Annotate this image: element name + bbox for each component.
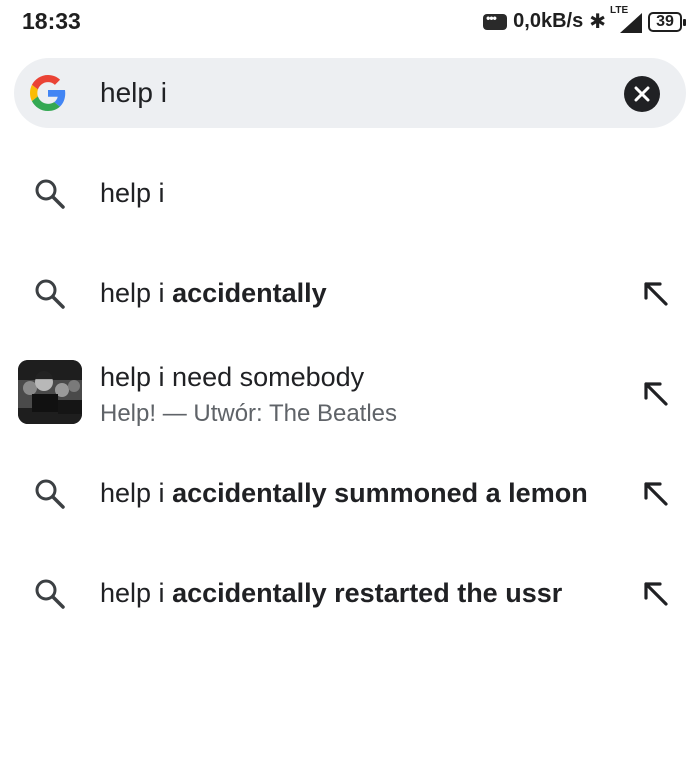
- suggestion-text: help i accidentally: [100, 278, 327, 308]
- suggestion-text: help i accidentally restarted the ussr: [100, 578, 563, 608]
- clear-button[interactable]: [624, 76, 660, 112]
- search-icon: [35, 179, 65, 209]
- search-icon: [35, 479, 65, 509]
- suggestion-text: help i: [100, 178, 165, 208]
- suggestion-text: help i accidentally summoned a lemon: [100, 478, 588, 508]
- beatles-thumbnail: [18, 360, 82, 424]
- suggestion-item[interactable]: help i need somebody Help! — Utwór: The …: [0, 350, 700, 440]
- signal-icon: LTE: [610, 5, 642, 33]
- search-icon: [35, 579, 65, 609]
- search-icon: [35, 279, 65, 309]
- search-bar[interactable]: [14, 58, 686, 128]
- status-time: 18:33: [22, 8, 81, 34]
- status-bar: 18:33 0,0kB/s ✱ LTE 39: [0, 0, 700, 44]
- close-icon: [634, 86, 650, 102]
- message-icon: [483, 11, 508, 30]
- suggestion-item[interactable]: help i accidentally: [0, 260, 700, 330]
- fill-query-arrow-icon[interactable]: [640, 478, 672, 510]
- battery-level: 39: [656, 12, 674, 30]
- fill-query-arrow-icon[interactable]: [640, 278, 672, 310]
- net-speed: 0,0kB/s: [513, 10, 584, 32]
- suggestion-item[interactable]: help i accidentally restarted the ussr: [0, 560, 700, 630]
- battery-icon: 39: [648, 11, 686, 32]
- suggestion-subtitle: Help! — Utwór: The Beatles: [100, 400, 398, 427]
- fill-query-arrow-icon[interactable]: [640, 378, 672, 410]
- search-input[interactable]: [100, 73, 600, 113]
- suggestion-item[interactable]: help i: [0, 160, 700, 230]
- fill-query-arrow-icon[interactable]: [640, 578, 672, 610]
- google-logo-icon: [30, 75, 66, 111]
- status-icons: 0,0kB/s ✱ LTE 39: [483, 5, 686, 34]
- suggestion-item[interactable]: help i accidentally summoned a lemon: [0, 460, 700, 530]
- suggestion-text: help i need somebody: [100, 362, 365, 392]
- bluetooth-icon: ✱: [589, 11, 606, 33]
